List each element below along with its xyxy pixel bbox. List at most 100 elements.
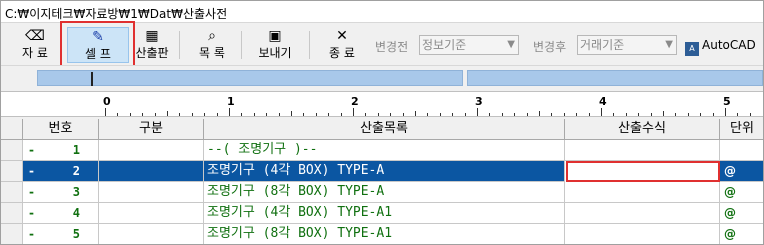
ruler-tick	[204, 113, 205, 116]
data-button[interactable]: ⌫ 자 료	[13, 27, 57, 63]
row-selector[interactable]	[1, 161, 23, 182]
calc-list-cell[interactable]: 조명기구 (4각 BOX) TYPE-A	[204, 161, 565, 182]
ruler-tick	[130, 113, 131, 116]
left-pane-bar[interactable]	[37, 70, 463, 86]
formula-cell[interactable]	[565, 182, 720, 203]
pane-marker	[91, 72, 93, 86]
ruler-tick	[415, 111, 416, 116]
before-change-select[interactable]: 정보기준 ▼	[419, 35, 519, 55]
ruler: 0 1 2 3 4 5	[1, 91, 763, 117]
ruler-mark: 5	[723, 95, 731, 108]
calc-list-cell[interactable]: 조명기구 (4각 BOX) TYPE-A1	[204, 203, 565, 224]
app-window: C:₩이지테크₩자료방₩1₩Dat₩산출사전 ⌫ 자 료 ✎ 셀 프 ▦ 산출판…	[0, 0, 764, 245]
unit-cell[interactable]	[720, 140, 763, 161]
ruler-tick	[117, 113, 118, 116]
category-cell[interactable]	[99, 140, 204, 161]
ruler-tick	[564, 113, 565, 116]
calc-panel-button[interactable]: ▦ 산출판	[131, 27, 173, 63]
table-row[interactable]: - 1 --( 조명기구 )--	[1, 140, 763, 161]
ruler-tick	[328, 113, 329, 116]
window-title: C:₩이지테크₩자료방₩1₩Dat₩산출사전	[5, 7, 228, 21]
ruler-tick	[279, 113, 280, 116]
calc-list-cell[interactable]: 조명기구 (8각 BOX) TYPE-A1	[204, 224, 565, 244]
ruler-tick	[341, 113, 342, 116]
ruler-mark: 3	[475, 95, 483, 108]
exit-button[interactable]: ✕ 종 료	[319, 27, 365, 63]
unit-cell[interactable]: @	[720, 161, 763, 182]
ruler-mark: 1	[227, 95, 235, 108]
ruler-tick	[576, 113, 577, 116]
row-selector[interactable]	[1, 182, 23, 203]
ruler-tick	[737, 113, 738, 116]
category-cell[interactable]	[99, 203, 204, 224]
row-selector[interactable]	[1, 203, 23, 224]
ruler-tick	[638, 113, 639, 116]
ruler-tick	[688, 113, 689, 116]
header-calc-list[interactable]: 산출목록	[204, 119, 565, 140]
header-formula[interactable]: 산출수식	[565, 119, 720, 140]
toolbar-separator	[179, 31, 180, 59]
formula-cell[interactable]	[565, 203, 720, 224]
ruler-tick	[427, 113, 428, 116]
ruler-tick	[365, 113, 366, 116]
ruler-tick	[502, 113, 503, 116]
unit-cell[interactable]: @	[720, 224, 763, 244]
ruler-tick	[353, 108, 354, 116]
autocad-button[interactable]: A AutoCAD	[685, 35, 756, 56]
unit-cell[interactable]: @	[720, 203, 763, 224]
unit-cell[interactable]: @	[720, 182, 763, 203]
row-selector[interactable]	[1, 140, 23, 161]
formula-cell[interactable]	[565, 224, 720, 244]
ruler-tick	[613, 113, 614, 116]
ruler-tick	[192, 113, 193, 116]
ruler-tick	[303, 113, 304, 116]
ruler-tick	[179, 113, 180, 116]
table-row[interactable]: - 5 조명기구 (8각 BOX) TYPE-A1 @	[1, 224, 763, 244]
ruler-tick	[651, 113, 652, 116]
ruler-tick	[663, 111, 664, 116]
ruler-tick	[266, 113, 267, 116]
category-cell[interactable]	[99, 182, 204, 203]
header-number[interactable]: 번호	[23, 119, 99, 140]
formula-cell-active[interactable]	[566, 161, 720, 182]
header-category[interactable]: 구분	[99, 119, 204, 140]
ruler-tick	[551, 113, 552, 116]
row-marker: -	[23, 224, 53, 244]
ruler-tick	[539, 111, 540, 116]
ruler-mark: 4	[599, 95, 607, 108]
ruler-tick	[514, 113, 515, 116]
after-change-select[interactable]: 거래기준 ▼	[577, 35, 677, 55]
ruler-tick	[452, 113, 453, 116]
ruler-mark: 0	[103, 95, 111, 108]
row-number: 4	[53, 203, 99, 224]
ruler-tick	[229, 108, 230, 116]
row-selector[interactable]	[1, 224, 23, 244]
row-marker: -	[23, 140, 53, 161]
table-row-selected[interactable]: - 2 조명기구 (4각 BOX) TYPE-A @	[1, 161, 763, 182]
before-change-label: 변경전	[375, 40, 409, 54]
magnifier-icon: ⌕	[208, 28, 216, 44]
list-button[interactable]: ⌕ 목 록	[189, 27, 235, 63]
after-change-label: 변경후	[533, 40, 567, 54]
table-row[interactable]: - 3 조명기구 (8각 BOX) TYPE-A @	[1, 182, 763, 203]
calc-list-cell[interactable]: --( 조명기구 )--	[204, 140, 565, 161]
export-button[interactable]: ▣ 보내기	[251, 27, 299, 63]
header-unit[interactable]: 단위	[720, 119, 763, 140]
row-number: 2	[53, 161, 99, 182]
table-row[interactable]: - 4 조명기구 (4각 BOX) TYPE-A1 @	[1, 203, 763, 224]
toolbar-separator	[241, 31, 242, 59]
ruler-tick	[527, 113, 528, 116]
right-pane-bar[interactable]	[467, 70, 763, 86]
ruler-tick	[465, 113, 466, 116]
calc-list-cell[interactable]: 조명기구 (8각 BOX) TYPE-A	[204, 182, 565, 203]
category-cell[interactable]	[99, 224, 204, 244]
autocad-icon: A	[685, 42, 699, 56]
pane-strip	[1, 65, 763, 89]
row-marker: -	[23, 203, 53, 224]
ruler-tick	[626, 113, 627, 116]
ruler-tick	[167, 111, 168, 116]
formula-cell[interactable]	[565, 140, 720, 161]
data-grid: 번호 구분 산출목록 산출수식 단위 - 1 --( 조명기구 )-- - 2 …	[1, 119, 763, 244]
ruler-mark: 2	[351, 95, 359, 108]
category-cell[interactable]	[99, 161, 204, 182]
